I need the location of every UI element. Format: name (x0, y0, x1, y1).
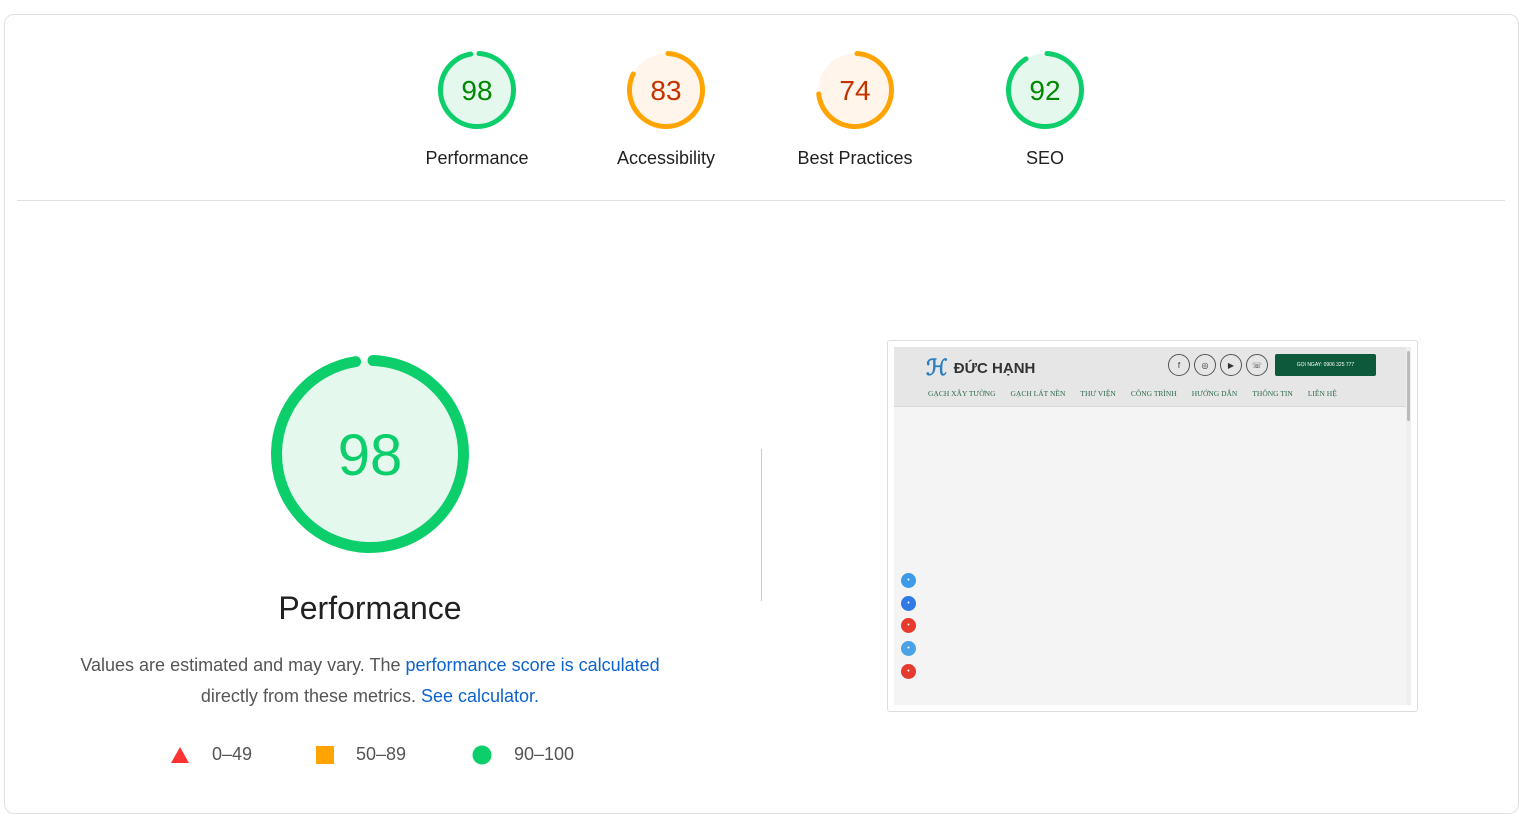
score-description: Values are estimated and may vary. The p… (40, 650, 700, 712)
nav-item: GẠCH LÁT NỀN (1010, 389, 1066, 398)
score-value: 83 (650, 75, 681, 106)
site-nav: GẠCH XÂY TƯỜNG GẠCH LÁT NỀN THƯ VIỆN CÔNG T… (928, 389, 1337, 398)
logo-text: ĐỨC HẠNH (953, 359, 1036, 377)
gauge-label: Performance (425, 148, 529, 168)
score-calculated-link[interactable]: performance score is calculated (406, 655, 660, 675)
gauge-best-practices[interactable]: 74 Best Practices (795, 50, 915, 169)
zalo-icon: • (901, 641, 916, 657)
legend-label: 50–89 (356, 744, 407, 764)
gauge-label: Best Practices (797, 148, 913, 168)
site-header: ℋ ĐỨC HẠNH f ◎ ▶ ☏ GỌI NGAY: 0906 325 777… (894, 347, 1411, 407)
nav-item: GẠCH XÂY TƯỜNG (928, 389, 996, 398)
desc-text: Values are estimated and may vary. The (80, 655, 406, 675)
nav-item: HƯỚNG DẪN (1191, 389, 1238, 398)
performance-title: Performance (278, 590, 462, 626)
email-icon: • (901, 573, 916, 588)
instagram-icon: ◎ (1194, 354, 1216, 376)
nav-item: LIÊN HỆ (1307, 389, 1337, 398)
youtube-icon: • (901, 618, 916, 634)
gauge-seo[interactable]: 92 SEO (985, 50, 1105, 169)
divider (17, 200, 1505, 201)
legend-fail: 0–49 (170, 744, 252, 765)
score-ring: 74 (816, 51, 894, 129)
score-ring: 98 (271, 355, 469, 553)
score-value: 98 (461, 75, 492, 106)
legend-label: 0–49 (212, 744, 253, 764)
gauge-performance[interactable]: 98 Performance (417, 50, 537, 169)
score-value: 74 (839, 75, 870, 106)
performance-gauge-large: 98 (270, 354, 470, 554)
facebook-icon: • (901, 595, 916, 611)
phone-icon: • (901, 663, 916, 679)
triangle-icon (171, 746, 189, 763)
square-icon (316, 745, 334, 764)
phone-icon: ☏ (1246, 354, 1268, 376)
gauge-label: Accessibility (616, 148, 716, 168)
nav-item: CÔNG TRÌNH (1130, 389, 1177, 398)
circle-icon (472, 745, 492, 764)
legend-pass: 90–100 (472, 744, 574, 765)
score-value: 92 (1029, 75, 1060, 106)
legend-average: 50–89 (316, 744, 406, 765)
gauge-label: SEO (1025, 148, 1064, 168)
nav-item: THƯ VIỆN (1080, 389, 1116, 398)
score-ring: 83 (627, 51, 705, 129)
score-value: 98 (338, 423, 403, 488)
gauge-accessibility[interactable]: 83 Accessibility (606, 50, 726, 169)
score-ring: 92 (1006, 51, 1084, 129)
scrollbar (1406, 347, 1411, 705)
call-button: GỌI NGAY: 0906 325 777 (1275, 354, 1376, 376)
legend-label: 90–100 (514, 744, 575, 764)
youtube-icon: ▶ (1220, 354, 1242, 376)
vertical-divider (761, 449, 762, 601)
desc-text-2: directly from these metrics. (200, 686, 421, 706)
page-screenshot[interactable]: ℋ ĐỨC HẠNH f ◎ ▶ ☏ GỌI NGAY: 0906 325 777… (887, 340, 1418, 712)
nav-item: THÔNG TIN (1252, 389, 1293, 398)
score-ring: 98 (438, 51, 516, 129)
see-calculator-link[interactable]: See calculator. (421, 686, 539, 706)
site-logo: ℋ ĐỨC HẠNH (926, 355, 1036, 381)
facebook-icon: f (1168, 354, 1190, 376)
